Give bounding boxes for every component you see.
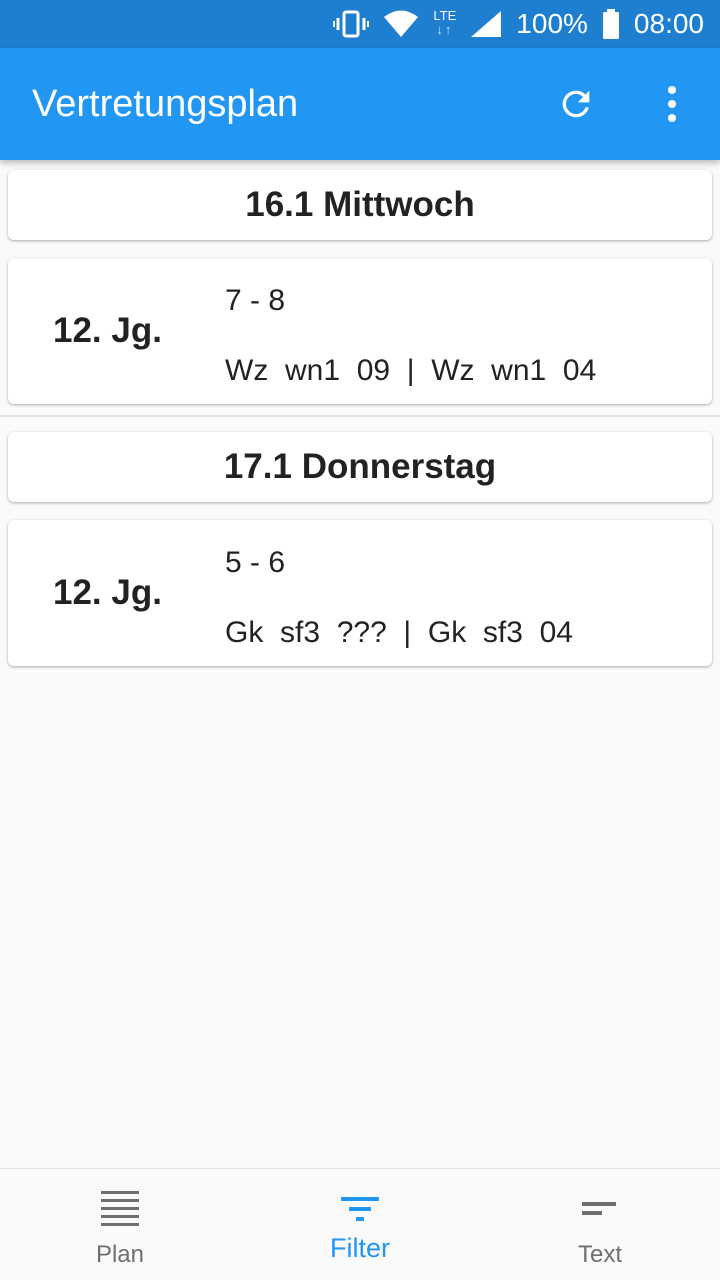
day-header-label: 16.1 Mittwoch — [245, 185, 475, 224]
day-header: 17.1 Donnerstag — [8, 432, 712, 502]
substitution-list[interactable]: 16.1 Mittwoch 12. Jg. 7 - 8 Wz wn1 09 | … — [0, 160, 720, 1168]
nav-item-text[interactable]: Text — [480, 1169, 720, 1280]
day-header: 16.1 Mittwoch — [8, 170, 712, 240]
nav-item-filter[interactable]: Filter — [240, 1169, 480, 1280]
battery-percent: 100% — [516, 8, 588, 39]
entry-hours: 7 - 8 — [225, 284, 286, 317]
entry-grade: 12. Jg. — [53, 573, 162, 612]
entry-detail: Gk sf3 ??? | Gk sf3 04 — [225, 616, 573, 649]
entry-grade: 12. Jg. — [53, 311, 162, 350]
network-label: LTE — [433, 8, 457, 23]
day-header-label: 17.1 Donnerstag — [223, 447, 497, 486]
bottom-navigation: Plan Filter Text — [0, 1168, 720, 1280]
data-arrows-icon: ↓↑ — [436, 22, 454, 37]
entry-detail: Wz wn1 09 | Wz wn1 04 — [225, 354, 597, 387]
status-icons: LTE ↓↑ 100% 08:00 — [333, 0, 704, 48]
wifi-icon — [383, 10, 419, 38]
network-type: LTE ↓↑ — [433, 9, 456, 37]
nav-label-text: Text — [577, 1241, 622, 1268]
app-bar: Vertretungsplan — [0, 48, 720, 160]
list-icon — [90, 1189, 150, 1229]
status-bar: LTE ↓↑ 100% 08:00 — [0, 0, 720, 48]
clock: 08:00 — [633, 8, 704, 39]
short-text-icon — [570, 1189, 630, 1229]
substitution-entry[interactable]: 12. Jg. 7 - 8 Wz wn1 09 | Wz wn1 04 — [8, 258, 712, 404]
nav-item-plan[interactable]: Plan — [0, 1169, 240, 1280]
entry-hours: 5 - 6 — [225, 546, 286, 579]
vibrate-icon — [333, 9, 370, 39]
app-title: Vertretungsplan — [32, 83, 299, 125]
filter-icon — [330, 1189, 390, 1229]
day-divider — [0, 415, 720, 417]
nav-label-filter: Filter — [330, 1233, 390, 1263]
substitution-entry[interactable]: 12. Jg. 5 - 6 Gk sf3 ??? | Gk sf3 04 — [8, 520, 712, 666]
refresh-icon — [562, 90, 590, 118]
more-vert-icon — [668, 86, 676, 122]
signal-icon — [470, 10, 502, 38]
nav-label-plan: Plan — [95, 1241, 145, 1268]
overflow-menu-button[interactable] — [644, 76, 700, 132]
battery-icon — [602, 9, 620, 39]
refresh-button[interactable] — [548, 76, 604, 132]
